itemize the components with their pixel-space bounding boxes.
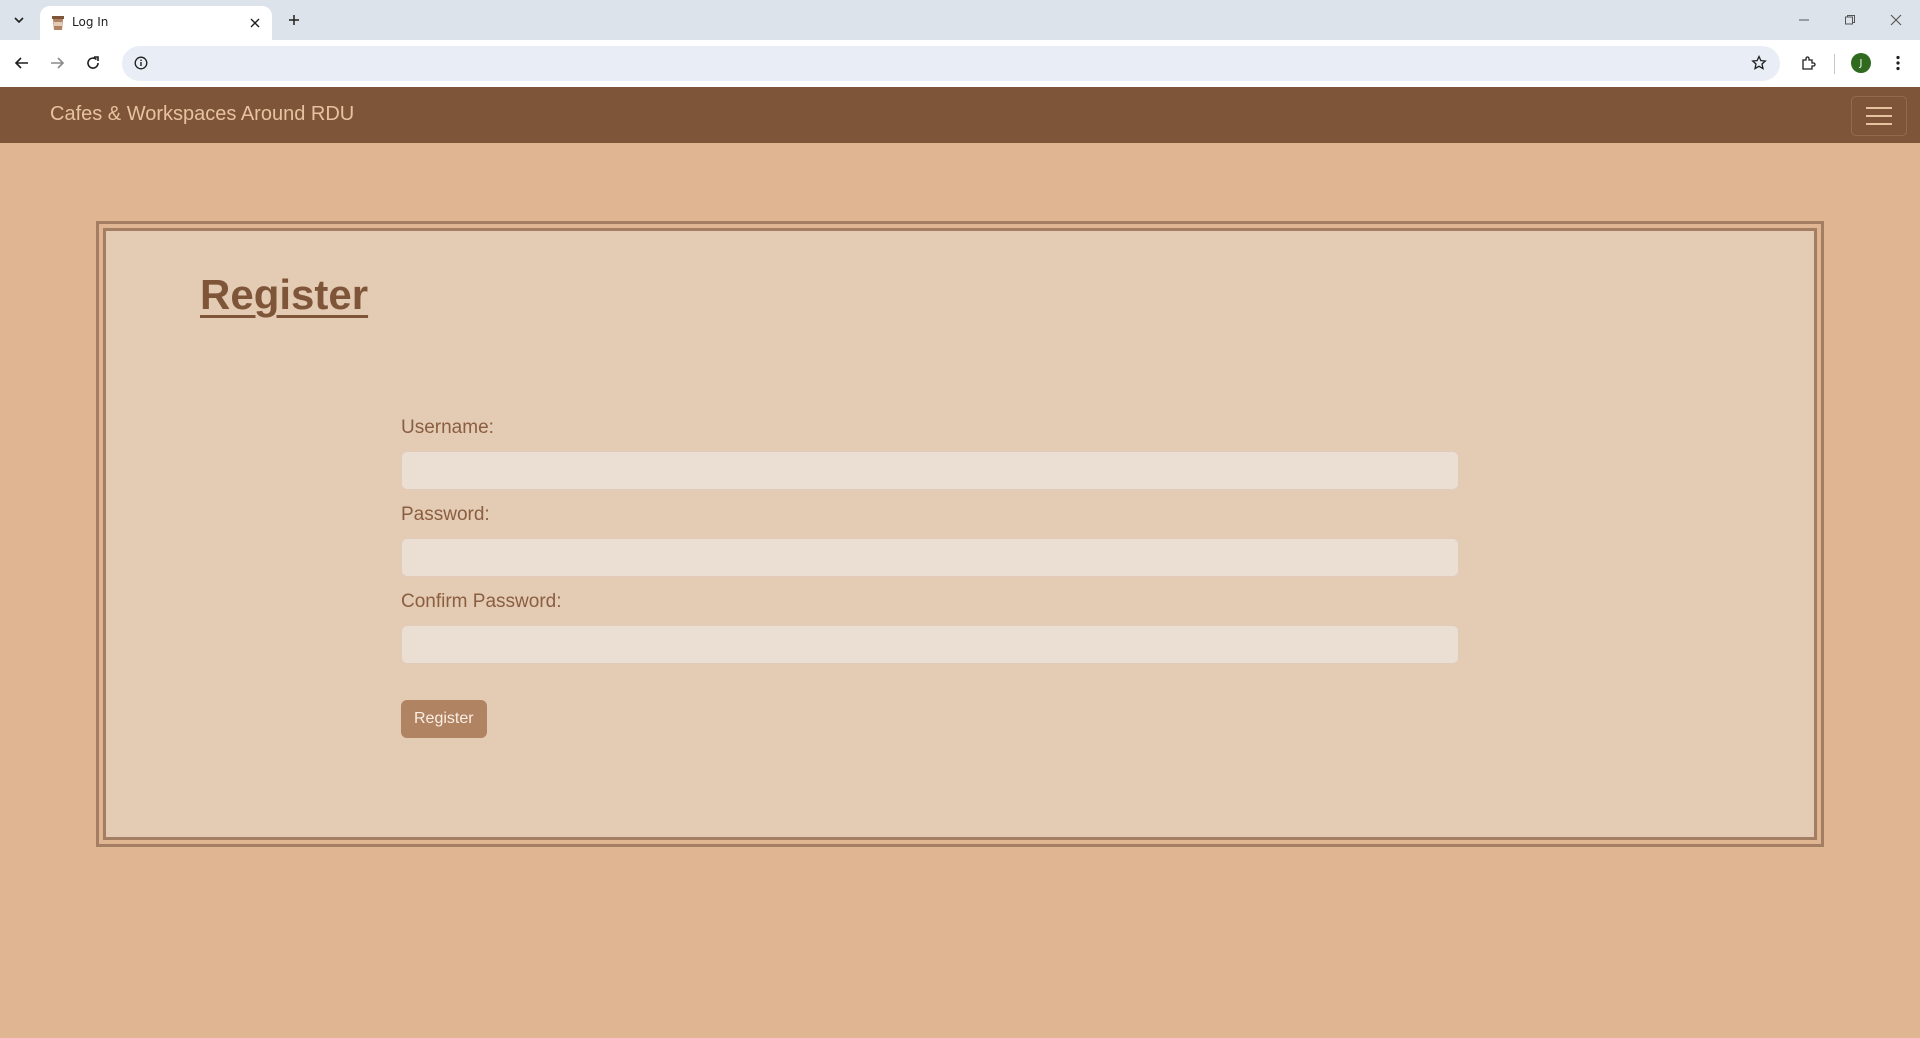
tab-title: Log In: [72, 15, 109, 29]
site-navbar: Cafes & Workspaces Around RDU: [0, 87, 1920, 143]
extensions-puzzle-icon[interactable]: [1794, 49, 1822, 77]
username-field[interactable]: [401, 451, 1459, 490]
close-tab-icon[interactable]: [246, 14, 264, 32]
register-button[interactable]: Register: [401, 700, 487, 738]
toolbar-divider: [1834, 54, 1835, 74]
forward-arrow-icon[interactable]: [43, 49, 71, 77]
address-bar[interactable]: [122, 46, 1780, 81]
browser-menu-kebab-icon[interactable]: [1884, 49, 1912, 77]
password-label: Password:: [401, 504, 490, 525]
address-input[interactable]: [158, 52, 1718, 74]
minimize-window-icon[interactable]: [1792, 8, 1816, 32]
register-card: Register Username: Password: Confirm Pas…: [96, 221, 1824, 847]
confirm-password-label: Confirm Password:: [401, 591, 562, 612]
restore-window-icon[interactable]: [1838, 8, 1862, 32]
site-brand-link[interactable]: Cafes & Workspaces Around RDU: [50, 103, 354, 126]
new-tab-plus-icon[interactable]: [282, 8, 306, 32]
navbar-toggle-hamburger-icon[interactable]: [1851, 96, 1907, 136]
page-title: Register: [200, 271, 369, 318]
confirm-password-field[interactable]: [401, 625, 1459, 664]
back-arrow-icon[interactable]: [8, 49, 36, 77]
bookmark-star-icon[interactable]: [1748, 52, 1770, 74]
profile-avatar[interactable]: J: [1851, 53, 1871, 73]
browser-tabstrip: Log In: [0, 0, 1920, 40]
reload-icon[interactable]: [79, 49, 107, 77]
username-label: Username:: [401, 417, 494, 438]
coffee-cup-favicon-icon: [51, 15, 65, 31]
site-info-icon[interactable]: [130, 52, 152, 74]
register-form: Username: Password: Confirm Password: Re…: [401, 417, 1459, 738]
browser-tab[interactable]: Log In: [40, 6, 272, 40]
browser-toolbar: J: [0, 40, 1920, 87]
tab-search-chevron-icon[interactable]: [7, 8, 31, 32]
password-field[interactable]: [401, 538, 1459, 577]
register-card-inner: Register Username: Password: Confirm Pas…: [103, 228, 1817, 840]
close-window-icon[interactable]: [1884, 8, 1908, 32]
